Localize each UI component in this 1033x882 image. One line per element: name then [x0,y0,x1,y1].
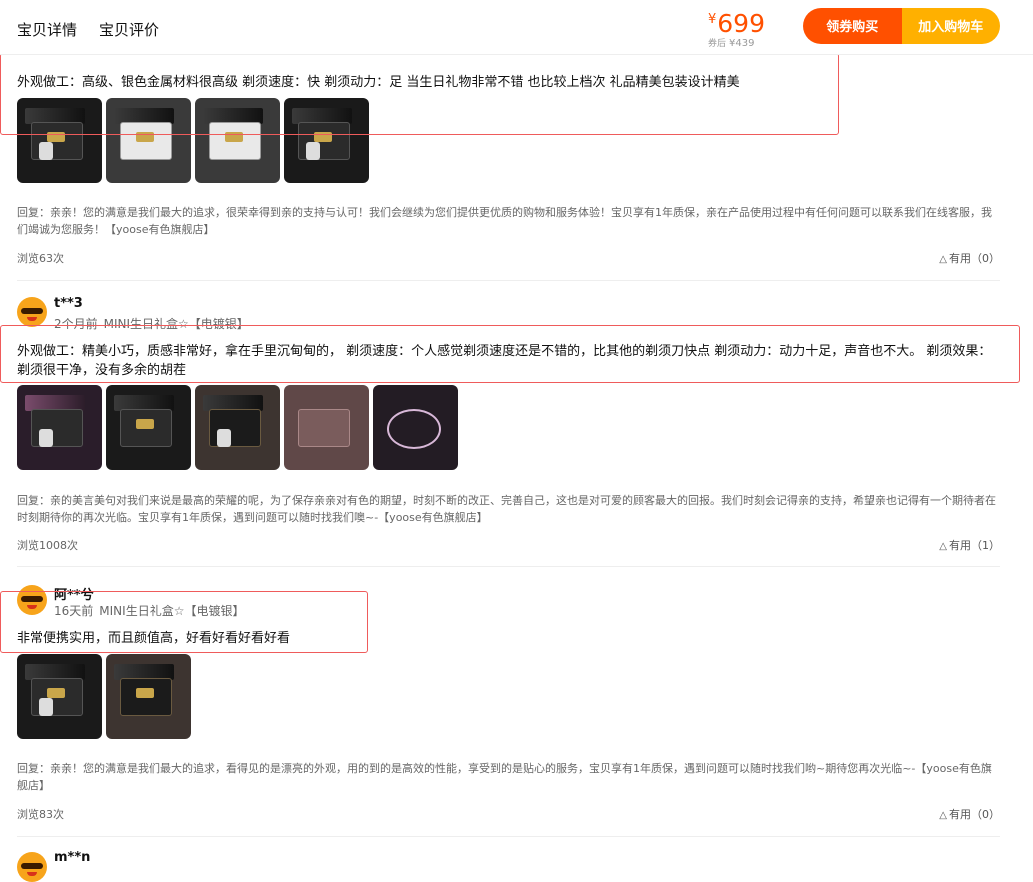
review-variant: MINI生日礼盒☆【电镀银】 [99,604,245,618]
review-image[interactable] [106,654,191,739]
price-block: ¥699 券后 ¥439 [708,6,788,50]
useful-label: 有用（0） [949,252,1000,265]
coupon-price: 券后 ¥439 [708,36,788,49]
review-text: 非常便携实用，而且颜值高，好看好看好看好看 [17,631,291,646]
thumb-up-icon: △ [939,541,947,552]
seller-reply: 回复：亲的美言美句对我们来说是最高的荣耀的呢，为了保存亲亲对有色的期望，时刻不断… [17,494,996,524]
review-image[interactable] [195,98,280,183]
review-images [17,98,369,183]
coupon-buy-button[interactable]: 领券购买 [803,8,902,44]
current-price: ¥699 [708,6,788,38]
review-images [17,654,191,739]
review-meta: 2个月前 MINI生日礼盒☆【电镀银】 [54,315,249,332]
user-name: t**3 [54,296,83,311]
user-name: m**n [54,850,91,865]
review-image[interactable] [195,385,280,470]
review-image[interactable] [284,385,369,470]
review-image[interactable] [17,385,102,470]
view-count: 浏览1008次 [17,539,78,552]
review-image[interactable] [17,654,102,739]
thumb-up-icon: △ [939,254,947,265]
review-meta: 16天前 MINI生日礼盒☆【电镀银】 [54,602,244,619]
view-count: 浏览83次 [17,808,64,821]
useful-button[interactable]: △ 有用（0） [939,806,1000,822]
useful-button[interactable]: △ 有用（1） [939,537,1000,553]
review-image[interactable] [106,98,191,183]
tab-product-details[interactable]: 宝贝详情 [17,19,77,40]
useful-label: 有用（1） [949,539,1000,552]
review-divider [17,836,1000,837]
review-image[interactable] [284,98,369,183]
user-avatar[interactable] [17,852,47,882]
coupon-price-value: ¥439 [729,38,755,49]
coupon-price-label: 券后 [708,39,727,49]
review-divider [17,280,1000,281]
review-variant: MINI生日礼盒☆【电镀银】 [103,317,249,331]
price-value: 699 [717,9,765,38]
user-avatar[interactable] [17,297,47,327]
review-images [17,385,458,470]
tab-product-reviews[interactable]: 宝贝评价 [99,19,159,40]
review-time: 16天前 [54,604,94,618]
purchase-button-group: 领券购买 加入购物车 [803,8,1000,44]
price-currency: ¥ [708,12,717,27]
user-name: 阿**兮 [54,588,94,603]
useful-button[interactable]: △ 有用（0） [939,250,1000,266]
user-avatar[interactable] [17,585,47,615]
view-count: 浏览63次 [17,252,64,265]
review-text: 外观做工：高级、银色金属材料很高级 剃须速度：快 剃须动力：足 当生日礼物非常不… [17,75,740,90]
add-to-cart-button[interactable]: 加入购物车 [901,8,1000,44]
product-sticky-header: 宝贝详情 宝贝评价 ¥699 券后 ¥439 领券购买 加入购物车 [0,0,1033,55]
review-image[interactable] [17,98,102,183]
seller-reply: 回复：亲亲！您的满意是我们最大的追求，看得见的是漂亮的外观，用的到的是高效的性能… [17,762,992,792]
review-image[interactable] [106,385,191,470]
thumb-up-icon: △ [939,810,947,821]
review-image[interactable] [373,385,458,470]
review-divider [17,566,1000,567]
review-text: 外观做工：精美小巧，质感非常好，拿在手里沉甸甸的， 剃须速度：个人感觉剃须速度还… [17,344,992,378]
seller-reply: 回复：亲亲！您的满意是我们最大的追求，很荣幸得到亲的支持与认可！我们会继续为您们… [17,206,992,236]
useful-label: 有用（0） [949,808,1000,821]
review-time: 2个月前 [54,317,98,331]
